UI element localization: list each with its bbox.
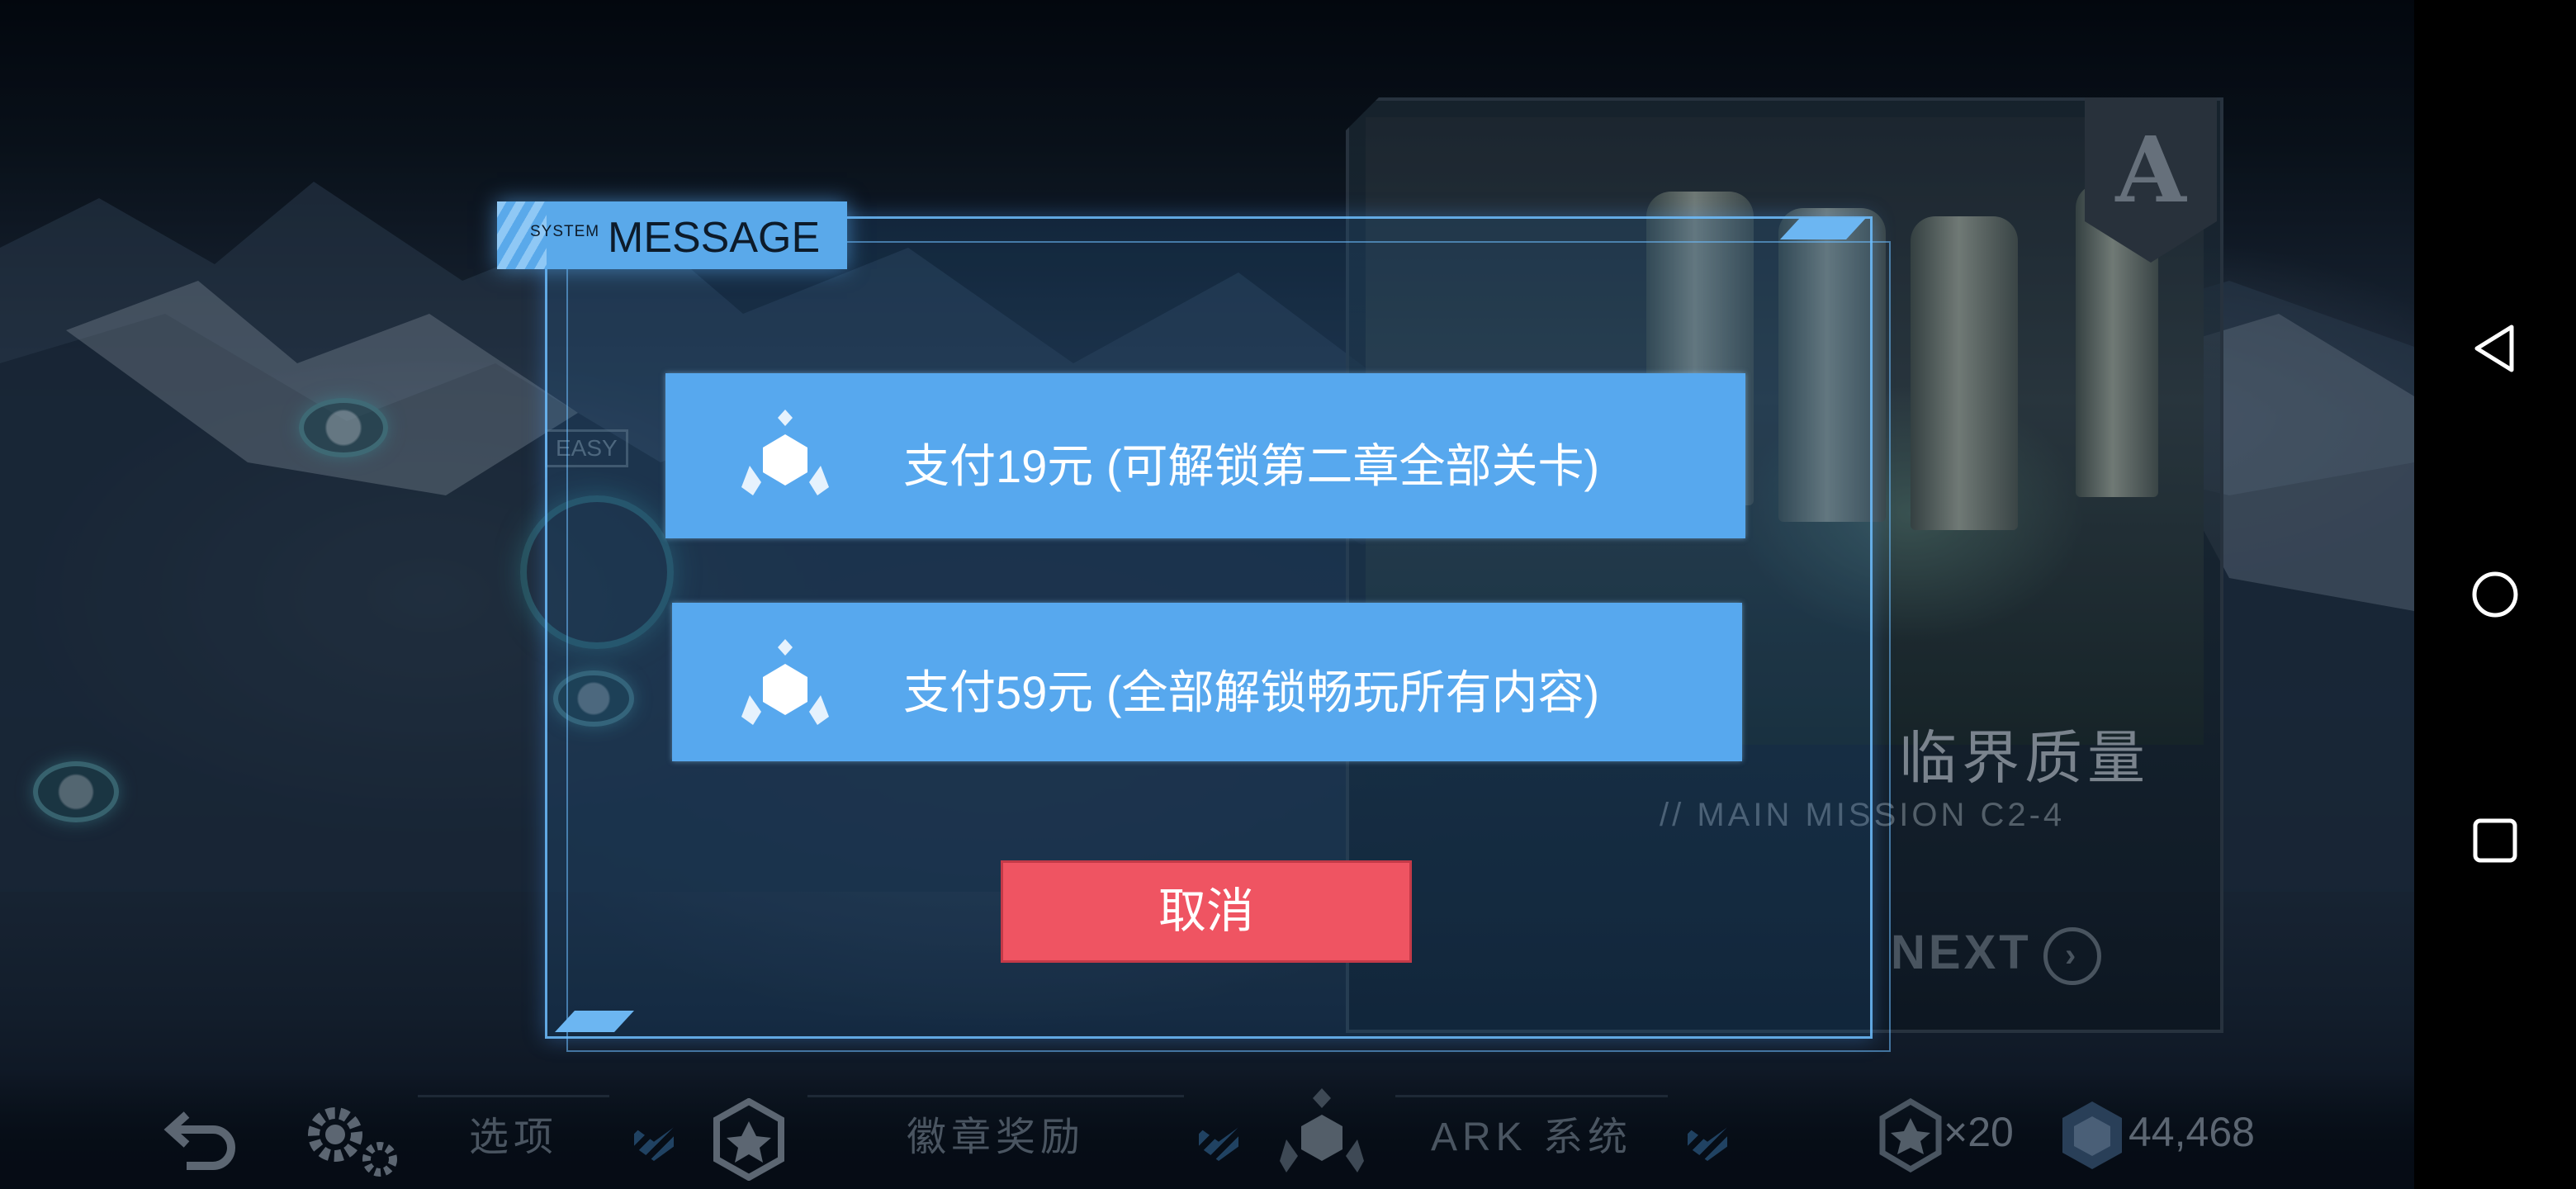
dialog-title: MESSAGE [608, 214, 821, 262]
header-small-label: SYSTEM [530, 223, 600, 240]
pay-59-button[interactable]: 支付59元 (全部解锁畅玩所有内容) [672, 603, 1742, 761]
ark-crystal-icon [741, 410, 829, 495]
recents-square-icon[interactable] [2465, 811, 2525, 870]
pay-59-label: 支付59元 (全部解锁畅玩所有内容) [903, 666, 1600, 718]
ark-crystal-icon [741, 639, 829, 725]
system-nav-bar [2414, 0, 2576, 1189]
pay-19-button[interactable]: 支付19元 (可解锁第二章全部关卡) [665, 373, 1745, 538]
back-triangle-icon[interactable] [2465, 319, 2525, 378]
home-circle-icon[interactable] [2465, 565, 2525, 624]
cancel-button[interactable]: 取消 [1001, 860, 1412, 963]
dialog-header-tab: SYSTEM MESSAGE [497, 201, 847, 269]
pay-19-label: 支付19元 (可解锁第二章全部关卡) [903, 440, 1600, 492]
